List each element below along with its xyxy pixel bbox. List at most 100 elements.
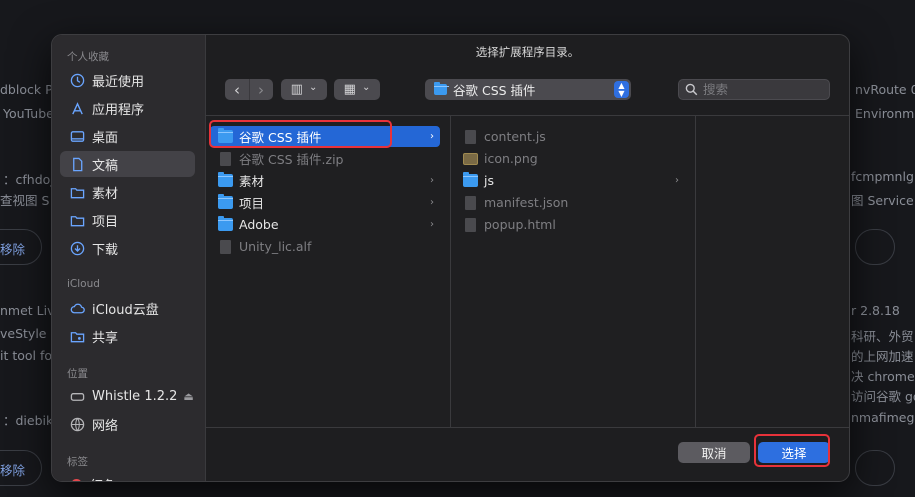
folder-icon bbox=[463, 172, 478, 187]
sidebar: 个人收藏 最近使用 应用程序 桌面 文稿 素材 项目 下载 iCloud iCl… bbox=[52, 35, 206, 481]
annotation-highlight bbox=[754, 434, 830, 467]
sidebar-item-desktop[interactable]: 桌面 bbox=[60, 123, 195, 149]
list-item-projects[interactable]: 项目 › bbox=[210, 192, 440, 213]
search-box bbox=[678, 79, 830, 100]
folder-icon bbox=[434, 82, 449, 95]
search-icon bbox=[685, 83, 698, 96]
network-icon bbox=[69, 416, 85, 432]
sidebar-item-projects[interactable]: 项目 bbox=[60, 207, 195, 233]
sidebar-item-label: 素材 bbox=[92, 186, 119, 202]
main-pane: 选择扩展程序目录。 ‹ › ▥ ⌄ ▦ ⌄ 谷歌 CSS 插件 ▲ ▼ 搜索 谷… bbox=[206, 35, 849, 481]
sidebar-item-label: 桌面 bbox=[92, 130, 119, 146]
list-item-adobe[interactable]: Adobe › bbox=[210, 214, 440, 235]
sidebar-item-downloads[interactable]: 下载 bbox=[60, 235, 195, 261]
sidebar-item-label: 最近使用 bbox=[92, 74, 145, 90]
path-popup[interactable]: 谷歌 CSS 插件 ▲ ▼ bbox=[425, 79, 631, 100]
sidebar-item-label: 红色 bbox=[90, 475, 116, 482]
nav-buttons: ‹ › bbox=[225, 79, 273, 100]
item-label: Unity_lic.alf bbox=[239, 239, 312, 254]
columns-view-icon: ▥ bbox=[290, 82, 303, 97]
sidebar-item-label: 共享 bbox=[92, 330, 119, 346]
dialog-title: 选择扩展程序目录。 bbox=[475, 45, 580, 59]
applications-icon bbox=[69, 100, 85, 116]
group-view-button[interactable]: ▦ ⌄ bbox=[334, 79, 380, 100]
column-2: content.js icon.png js › manifest.json p… bbox=[451, 116, 696, 427]
red-tag-icon bbox=[71, 478, 82, 481]
sidebar-item-label: 应用程序 bbox=[92, 102, 145, 118]
item-label: icon.png bbox=[484, 151, 538, 166]
bg-text: 移除 bbox=[0, 242, 26, 257]
bg-text: 图 Service bbox=[851, 193, 914, 208]
list-item-content-js: content.js bbox=[455, 126, 685, 147]
bg-text: 查视图 S bbox=[0, 193, 50, 208]
file-icon bbox=[465, 195, 476, 210]
bg-toggle bbox=[855, 229, 895, 265]
column-3 bbox=[696, 116, 849, 427]
chevron-down-icon: ⌄ bbox=[308, 82, 318, 93]
sidebar-section-locations: 位置 bbox=[67, 368, 88, 380]
bg-text: 的上网加速 bbox=[851, 349, 914, 364]
sidebar-item-label: 文稿 bbox=[92, 158, 119, 174]
item-label: js bbox=[484, 173, 494, 188]
path-label: 谷歌 CSS 插件 bbox=[453, 83, 536, 98]
chevron-right-icon: › bbox=[675, 175, 679, 186]
view-mode-button[interactable]: ▥ ⌄ bbox=[281, 79, 327, 100]
back-button[interactable]: ‹ bbox=[226, 81, 249, 99]
bg-text: fcmpmnlgr bbox=[851, 169, 915, 184]
sidebar-item-icloud-drive[interactable]: iCloud云盘 bbox=[60, 295, 195, 321]
bg-text: nmet Liv bbox=[0, 303, 55, 318]
bg-text: Environme bbox=[855, 106, 915, 121]
bg-text: 移除 bbox=[0, 463, 26, 478]
list-item-manifest: manifest.json bbox=[455, 192, 685, 213]
sidebar-item-applications[interactable]: 应用程序 bbox=[60, 95, 195, 121]
item-label: 项目 bbox=[239, 196, 265, 211]
folder-icon bbox=[69, 212, 85, 228]
chevron-right-icon: › bbox=[430, 131, 434, 142]
bg-toggle bbox=[855, 450, 895, 486]
sidebar-item-network[interactable]: 网络 bbox=[60, 411, 195, 437]
folder-icon bbox=[218, 172, 233, 187]
file-icon bbox=[465, 217, 476, 232]
sidebar-item-recents[interactable]: 最近使用 bbox=[60, 67, 195, 93]
sidebar-item-whistle-drive[interactable]: Whistle 1.2.2 ⏏ bbox=[60, 383, 195, 409]
folder-icon bbox=[69, 184, 85, 200]
image-file-icon bbox=[463, 152, 478, 165]
folder-icon bbox=[218, 216, 233, 231]
clock-icon bbox=[69, 72, 85, 88]
sidebar-item-documents[interactable]: 文稿 bbox=[60, 151, 195, 177]
sidebar-item-shared[interactable]: 共享 bbox=[60, 323, 195, 349]
annotation-highlight bbox=[209, 120, 392, 148]
list-item-materials[interactable]: 素材 › bbox=[210, 170, 440, 191]
stepper-icon: ▲ ▼ bbox=[614, 81, 629, 98]
eject-icon[interactable]: ⏏ bbox=[183, 390, 193, 403]
item-label: content.js bbox=[484, 129, 546, 144]
cloud-icon bbox=[69, 300, 85, 316]
bg-text: nmafimegl bbox=[851, 410, 915, 425]
chevron-right-icon: › bbox=[430, 197, 434, 208]
list-item-icon-png: icon.png bbox=[455, 148, 685, 169]
search-input[interactable] bbox=[703, 82, 823, 97]
list-item-unity-lic: Unity_lic.alf bbox=[210, 236, 440, 257]
file-icon bbox=[465, 129, 476, 144]
sidebar-section-favorites: 个人收藏 bbox=[67, 51, 109, 63]
item-label: Adobe bbox=[239, 217, 279, 232]
item-label: 素材 bbox=[239, 174, 265, 189]
forward-button[interactable]: › bbox=[250, 81, 273, 99]
bg-text: r 2.8.18 bbox=[851, 303, 900, 318]
chevron-right-icon: › bbox=[430, 175, 434, 186]
sidebar-item-label: 网络 bbox=[92, 418, 119, 434]
bg-text: 科研、外贸 bbox=[851, 329, 914, 344]
file-icon bbox=[220, 239, 231, 254]
sidebar-item-red-tag[interactable]: 红色 bbox=[60, 471, 195, 482]
sidebar-section-tags: 标签 bbox=[67, 456, 88, 468]
sidebar-item-label: iCloud云盘 bbox=[92, 302, 159, 318]
list-item-js[interactable]: js › bbox=[455, 170, 685, 191]
sidebar-item-materials[interactable]: 素材 bbox=[60, 179, 195, 205]
file-open-dialog: 个人收藏 最近使用 应用程序 桌面 文稿 素材 项目 下载 iCloud iCl… bbox=[51, 34, 850, 482]
bg-text: nvRoute 0. bbox=[855, 82, 915, 97]
bg-text: 访问谷歌 goo bbox=[851, 389, 915, 404]
grid-view-icon: ▦ bbox=[343, 82, 356, 97]
sidebar-section-icloud: iCloud bbox=[67, 278, 100, 290]
cancel-button[interactable]: 取消 bbox=[678, 442, 750, 463]
bg-text: veStyle – bbox=[0, 326, 57, 341]
